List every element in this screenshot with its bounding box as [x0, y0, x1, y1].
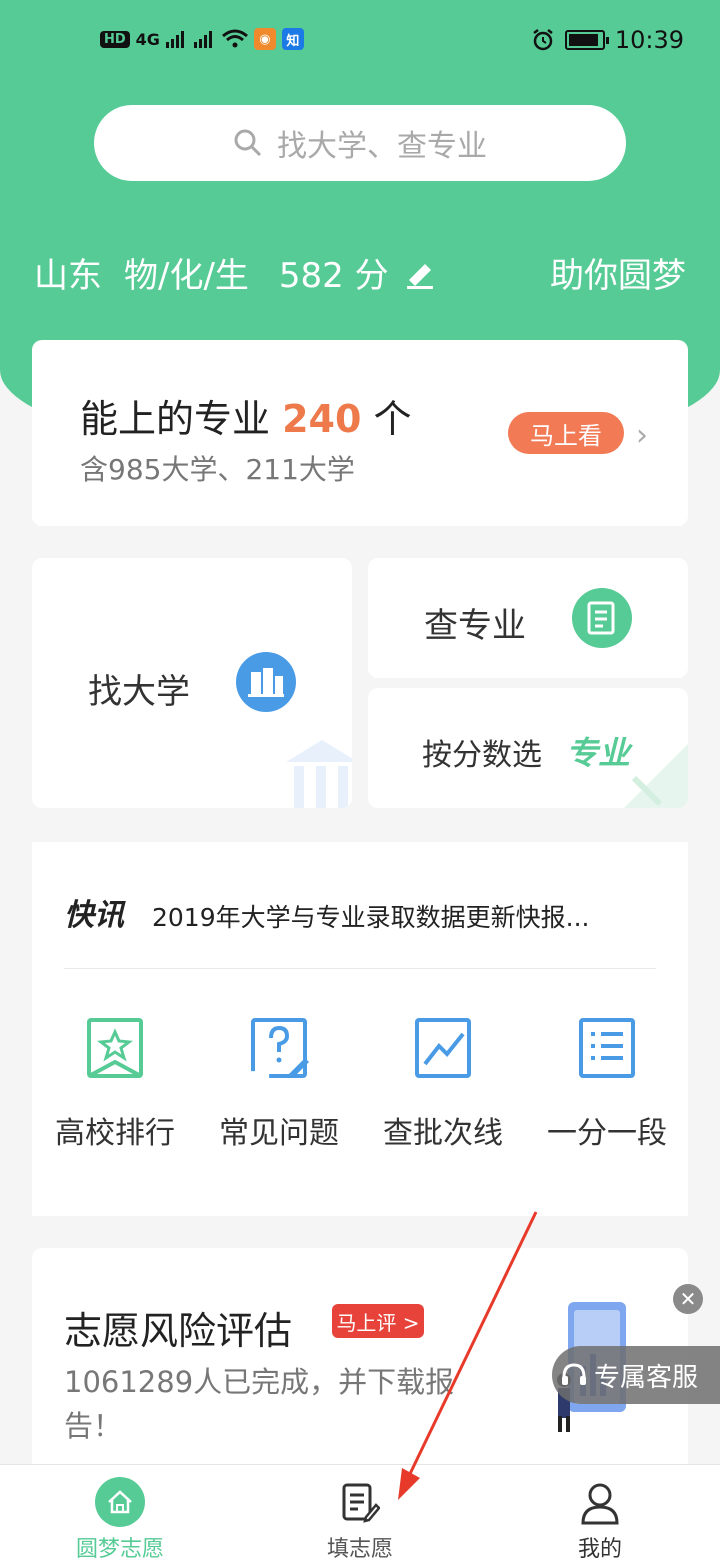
find-university-tile[interactable]: 找大学 [32, 558, 352, 808]
clock: 10:39 [614, 26, 684, 54]
edit-icon[interactable] [403, 256, 437, 290]
list-icon [579, 1018, 635, 1078]
quick-link-label: 高校排行 [55, 1116, 175, 1151]
news-card: 快讯 2019年大学与专业录取数据更新快报... 高校排行 常见问题 查批次线 … [32, 842, 688, 1216]
bottom-tab-bar: 圆梦志愿 填志愿 我的 [0, 1464, 720, 1560]
profile-row: 山东 物/化/生 582 分 助你圆梦 [34, 248, 686, 297]
customer-service-button[interactable]: 专属客服 [552, 1346, 720, 1404]
building-icon [236, 652, 296, 712]
majors-title-suffix: 个 [361, 397, 412, 441]
uc-browser-icon: ◉ [253, 28, 276, 50]
search-icon [234, 129, 262, 157]
evaluate-now-button[interactable]: 马上评 > [332, 1304, 424, 1338]
search-major-label: 查专业 [424, 606, 526, 646]
province-label[interactable]: 山东 [34, 248, 102, 297]
risk-title: 志愿风险评估 [64, 1309, 293, 1353]
select-by-score-label: 按分数选 [422, 738, 542, 773]
find-university-label: 找大学 [88, 672, 190, 712]
majors-title-prefix: 能上的专业 [80, 397, 283, 441]
close-icon[interactable]: ✕ [673, 1284, 703, 1314]
majors-title: 能上的专业 240 个 [80, 388, 412, 443]
news-logo: 快讯 [64, 898, 124, 933]
tab-label: 填志愿 [326, 1537, 393, 1560]
network-type: 4G [135, 29, 160, 49]
slogan: 助你圆梦 [550, 256, 686, 296]
ranking-icon [87, 1018, 143, 1078]
status-left: HD 4G ◉ 知 [100, 28, 304, 50]
user-icon [581, 1483, 619, 1525]
news-headline[interactable]: 2019年大学与专业录取数据更新快报... [152, 898, 589, 934]
chevron-right-icon: › [636, 418, 648, 453]
majors-count: 240 [282, 397, 362, 441]
customer-service-label: 专属客服 [594, 1362, 699, 1393]
headset-icon [562, 1363, 586, 1385]
divider [64, 968, 656, 969]
hd-badge: HD [100, 30, 130, 48]
tab-label: 圆梦志愿 [75, 1537, 164, 1560]
score-label[interactable]: 582 分 [279, 248, 389, 297]
quick-link-label: 常见问题 [219, 1116, 339, 1151]
home-icon [95, 1477, 145, 1527]
available-majors-card[interactable]: 能上的专业 240 个 含985大学、211大学 马上看 › [32, 340, 688, 526]
majors-subtitle: 含985大学、211大学 [80, 453, 355, 486]
bank-decoration-icon [286, 740, 352, 808]
search-bar[interactable]: 找大学、查专业 [94, 105, 626, 181]
faq-icon [251, 1018, 309, 1078]
chart-icon [415, 1018, 471, 1078]
quick-link-label: 一分一段 [547, 1116, 667, 1151]
quick-link-label: 查批次线 [383, 1116, 503, 1151]
alarm-icon [533, 29, 553, 51]
select-by-score-tile[interactable]: 按分数选 专业 [368, 688, 688, 808]
view-now-button[interactable]: 马上看 [508, 412, 624, 454]
wifi-icon [221, 29, 248, 48]
form-icon [342, 1483, 380, 1523]
status-right: 10:39 [531, 26, 684, 54]
risk-subtitle: 1061289人已完成，并下载报告！ [64, 1365, 455, 1443]
search-placeholder: 找大学、查专业 [277, 129, 487, 164]
app-screen: HD 4G ◉ 知 10:39 找大学、查专业 山东 物/化/生 582 分 助… [0, 0, 720, 1560]
signal-icon [165, 31, 184, 48]
subjects-label[interactable]: 物/化/生 [124, 248, 249, 297]
status-bar: HD 4G ◉ 知 10:39 [0, 0, 720, 84]
signal-icon-2 [193, 31, 212, 48]
battery-level-fill [568, 34, 598, 46]
zhihu-icon: 知 [281, 28, 304, 50]
paperclip-decoration-icon [624, 744, 688, 808]
battery-icon [564, 30, 609, 50]
tab-label: 我的 [577, 1537, 622, 1560]
document-icon [572, 588, 632, 648]
search-major-tile[interactable]: 查专业 [368, 558, 688, 678]
